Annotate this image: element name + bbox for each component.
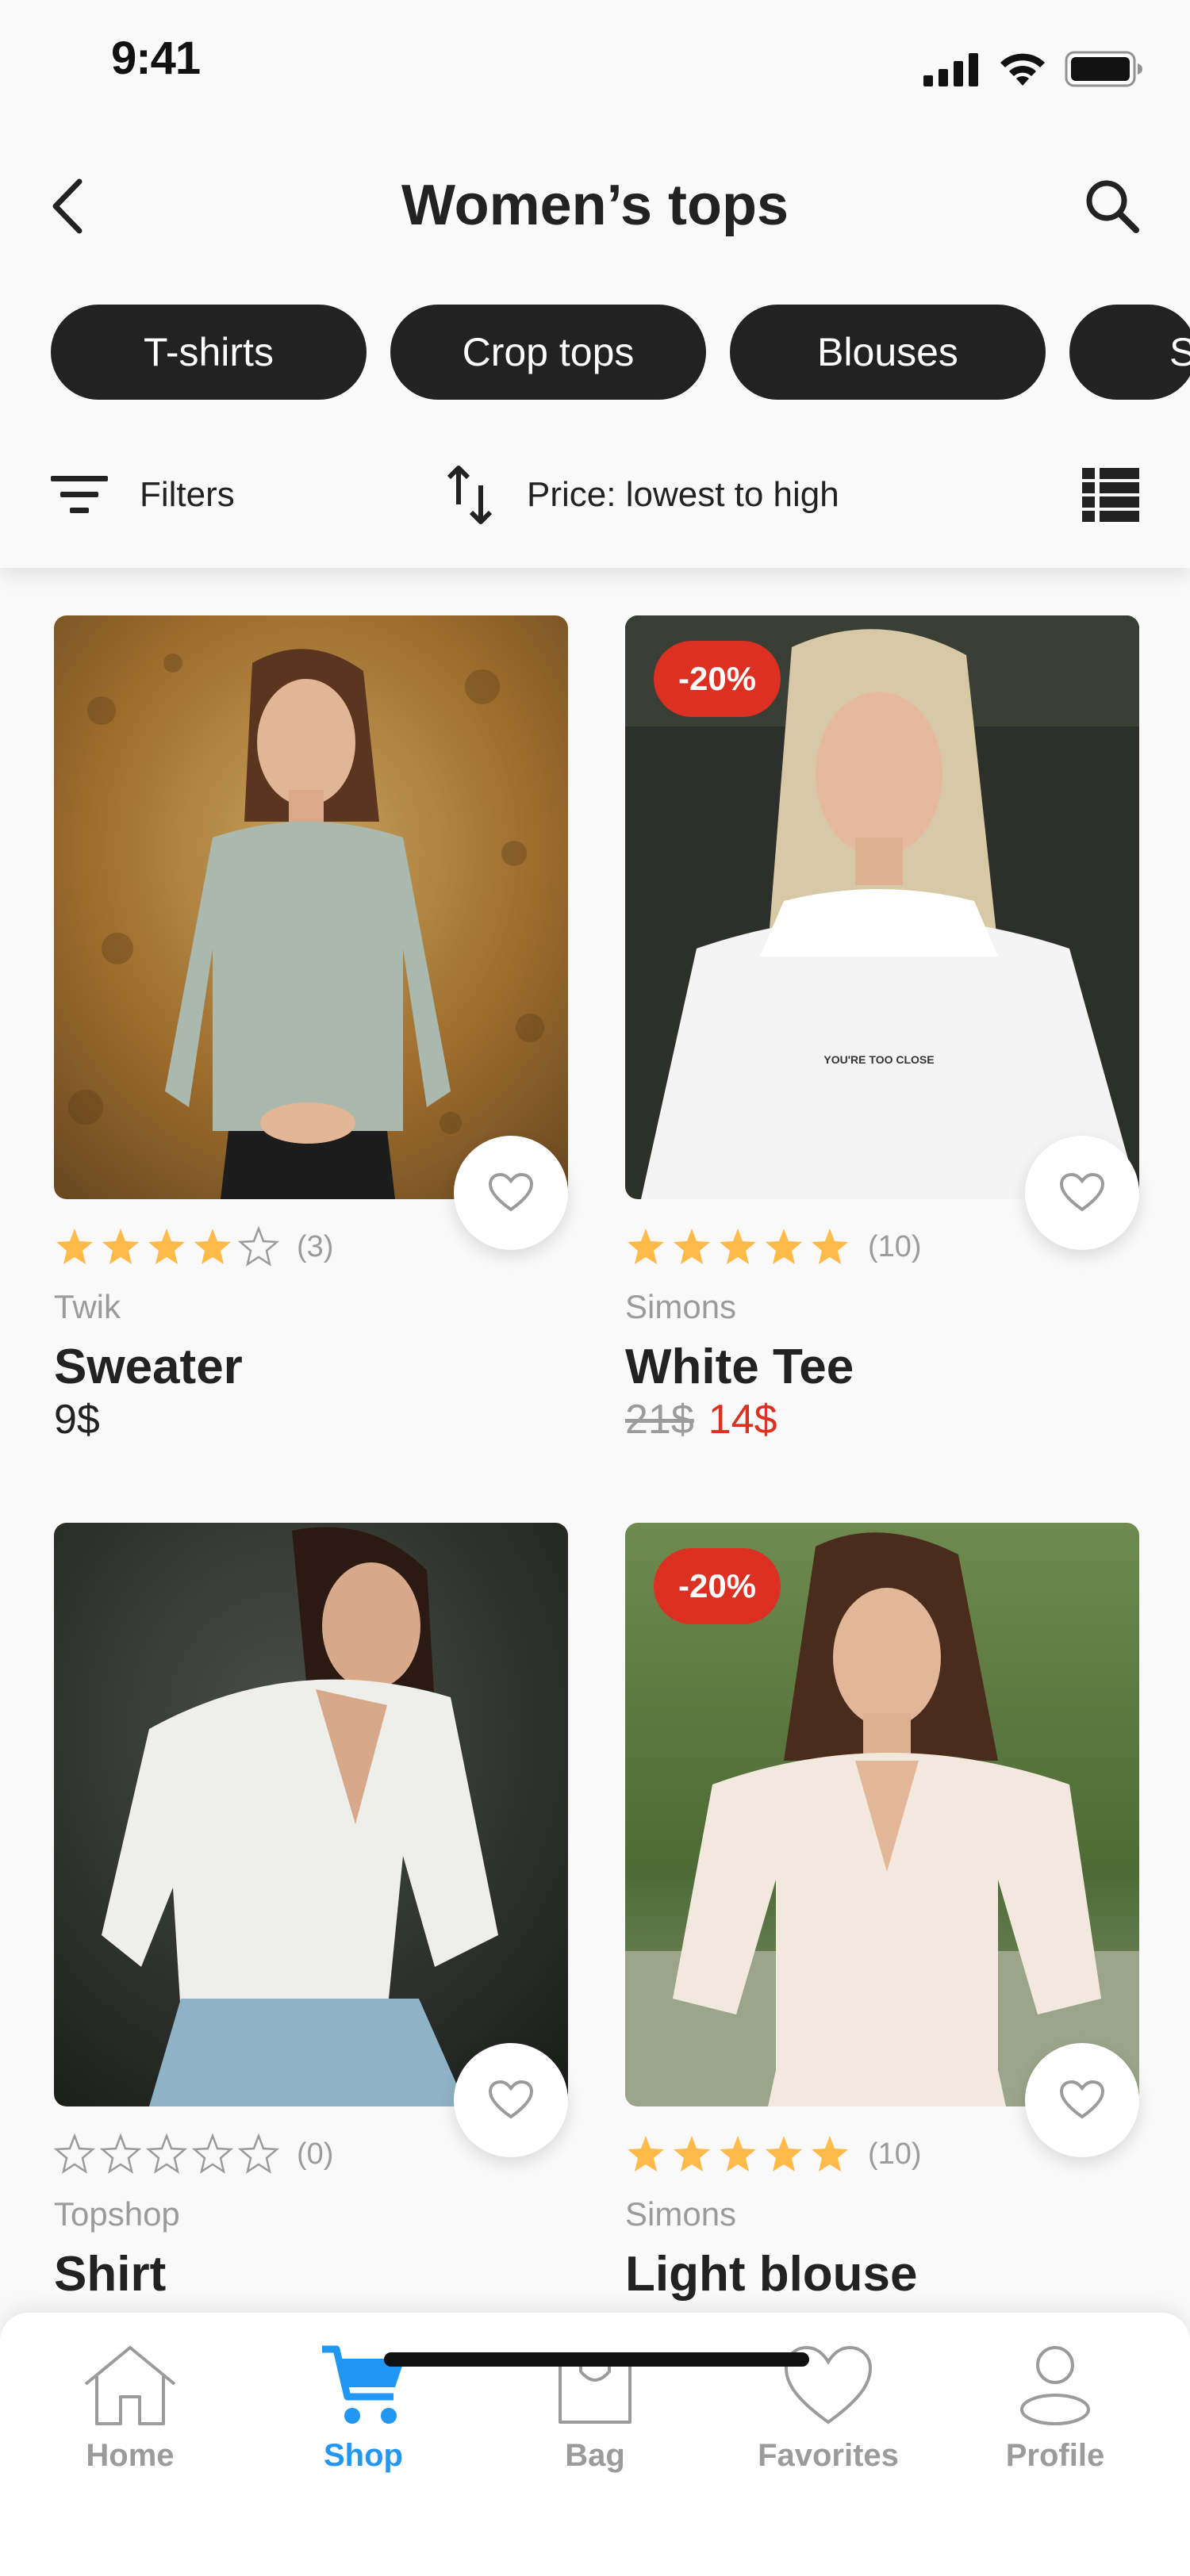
header: 9:41 Women’s tops T-shirts Crop tops Blo… xyxy=(0,0,1190,568)
sale-price: 14$ xyxy=(708,1397,777,1443)
heart-outline-icon xyxy=(489,2080,533,2119)
price-value: 9$ xyxy=(54,1397,100,1443)
nav-bar: Women’s tops xyxy=(0,143,1190,278)
rating: (0) xyxy=(54,2130,333,2178)
search-icon xyxy=(1086,180,1139,233)
tab-home[interactable]: Home xyxy=(43,2344,217,2503)
review-count: (3) xyxy=(297,1229,334,1263)
heart-outline-icon xyxy=(1060,2080,1104,2119)
category-chips: T-shirts Crop tops Blouses S xyxy=(51,305,1190,400)
cellular-signal-icon xyxy=(923,53,978,86)
status-bar: 9:41 xyxy=(0,0,1190,127)
favorite-button[interactable] xyxy=(1025,2043,1139,2157)
home-icon xyxy=(84,2346,176,2425)
list-view-icon xyxy=(1082,468,1139,522)
tab-favorites[interactable]: Favorites xyxy=(741,2344,916,2503)
filters-label: Filters xyxy=(140,475,235,514)
tab-label: Shop xyxy=(324,2438,403,2473)
battery-icon xyxy=(1065,51,1142,87)
favorite-button[interactable] xyxy=(454,2043,568,2157)
favorite-button[interactable] xyxy=(454,1136,568,1250)
product-price: 21$ 14$ xyxy=(625,1396,777,1443)
product-image-shirt[interactable] xyxy=(54,1523,568,2106)
status-icons xyxy=(923,49,1144,89)
search-button[interactable] xyxy=(1073,167,1152,246)
product-name: Light blouse xyxy=(625,2247,918,2302)
favorite-button[interactable] xyxy=(1025,1136,1139,1250)
filters-button[interactable]: Filters xyxy=(51,458,235,531)
product-name: Sweater xyxy=(54,1340,243,1394)
sort-arrows-icon xyxy=(447,466,492,524)
star-rating-icon xyxy=(54,2133,280,2174)
rating: (10) xyxy=(625,2130,922,2178)
heart-outline-icon xyxy=(489,1173,533,1212)
product-image-light-blouse[interactable]: -20% xyxy=(625,1523,1139,2106)
review-count: (10) xyxy=(868,2137,922,2171)
heart-outline-icon xyxy=(1060,1173,1104,1212)
tab-label: Favorites xyxy=(758,2438,899,2473)
discount-badge: -20% xyxy=(654,641,781,717)
profile-icon xyxy=(1020,2346,1090,2425)
product-name: White Tee xyxy=(625,1340,854,1394)
chip-crop-tops[interactable]: Crop tops xyxy=(390,305,706,400)
rating: (3) xyxy=(54,1223,333,1271)
review-count: (10) xyxy=(868,1229,922,1263)
star-rating-icon xyxy=(56,1226,280,1267)
product-brand: Simons xyxy=(625,2195,737,2233)
product-brand: Twik xyxy=(54,1288,121,1325)
shirt-print-text: YOU'RE TOO CLOSE xyxy=(823,1053,934,1066)
star-rating-icon xyxy=(628,2136,848,2172)
tab-bag[interactable]: Bag xyxy=(508,2344,682,2503)
sort-label: Price: lowest to high xyxy=(527,475,839,514)
product-image-sweater[interactable] xyxy=(54,615,568,1199)
discount-badge: -20% xyxy=(654,1548,781,1624)
product-price: 9$ xyxy=(54,1396,100,1443)
product-brand: Topshop xyxy=(54,2195,180,2233)
star-rating-icon xyxy=(628,1229,848,1264)
photo-woman-sweater xyxy=(54,615,568,1199)
photo-woman-shirt xyxy=(54,1523,568,2106)
page-title: Women’s tops xyxy=(401,174,789,237)
rating: (10) xyxy=(625,1223,922,1271)
product-name: Shirt xyxy=(54,2247,167,2302)
chip-blouses[interactable]: Blouses xyxy=(730,305,1046,400)
product-brand: Simons xyxy=(625,1288,737,1325)
chip-partial[interactable]: S xyxy=(1069,305,1190,400)
tab-label: Profile xyxy=(1005,2438,1105,2473)
chip-t-shirts[interactable]: T-shirts xyxy=(51,305,367,400)
home-indicator xyxy=(384,2352,809,2367)
wifi-icon xyxy=(1000,53,1045,86)
filter-icon xyxy=(51,476,108,513)
view-toggle-button[interactable] xyxy=(1082,468,1139,522)
tab-shop[interactable]: Shop xyxy=(276,2344,451,2503)
tab-profile[interactable]: Profile xyxy=(968,2344,1142,2503)
tab-label: Bag xyxy=(565,2438,625,2473)
filter-sort-toolbar: Filters Price: lowest to high xyxy=(51,458,1139,531)
sort-button[interactable]: Price: lowest to high xyxy=(447,458,839,531)
product-image-white-tee[interactable]: YOU'RE TOO CLOSE -20% xyxy=(625,615,1139,1199)
review-count: (0) xyxy=(297,2137,334,2171)
old-price: 21$ xyxy=(625,1397,694,1443)
tab-label: Home xyxy=(86,2438,175,2473)
status-time: 9:41 xyxy=(111,33,201,84)
